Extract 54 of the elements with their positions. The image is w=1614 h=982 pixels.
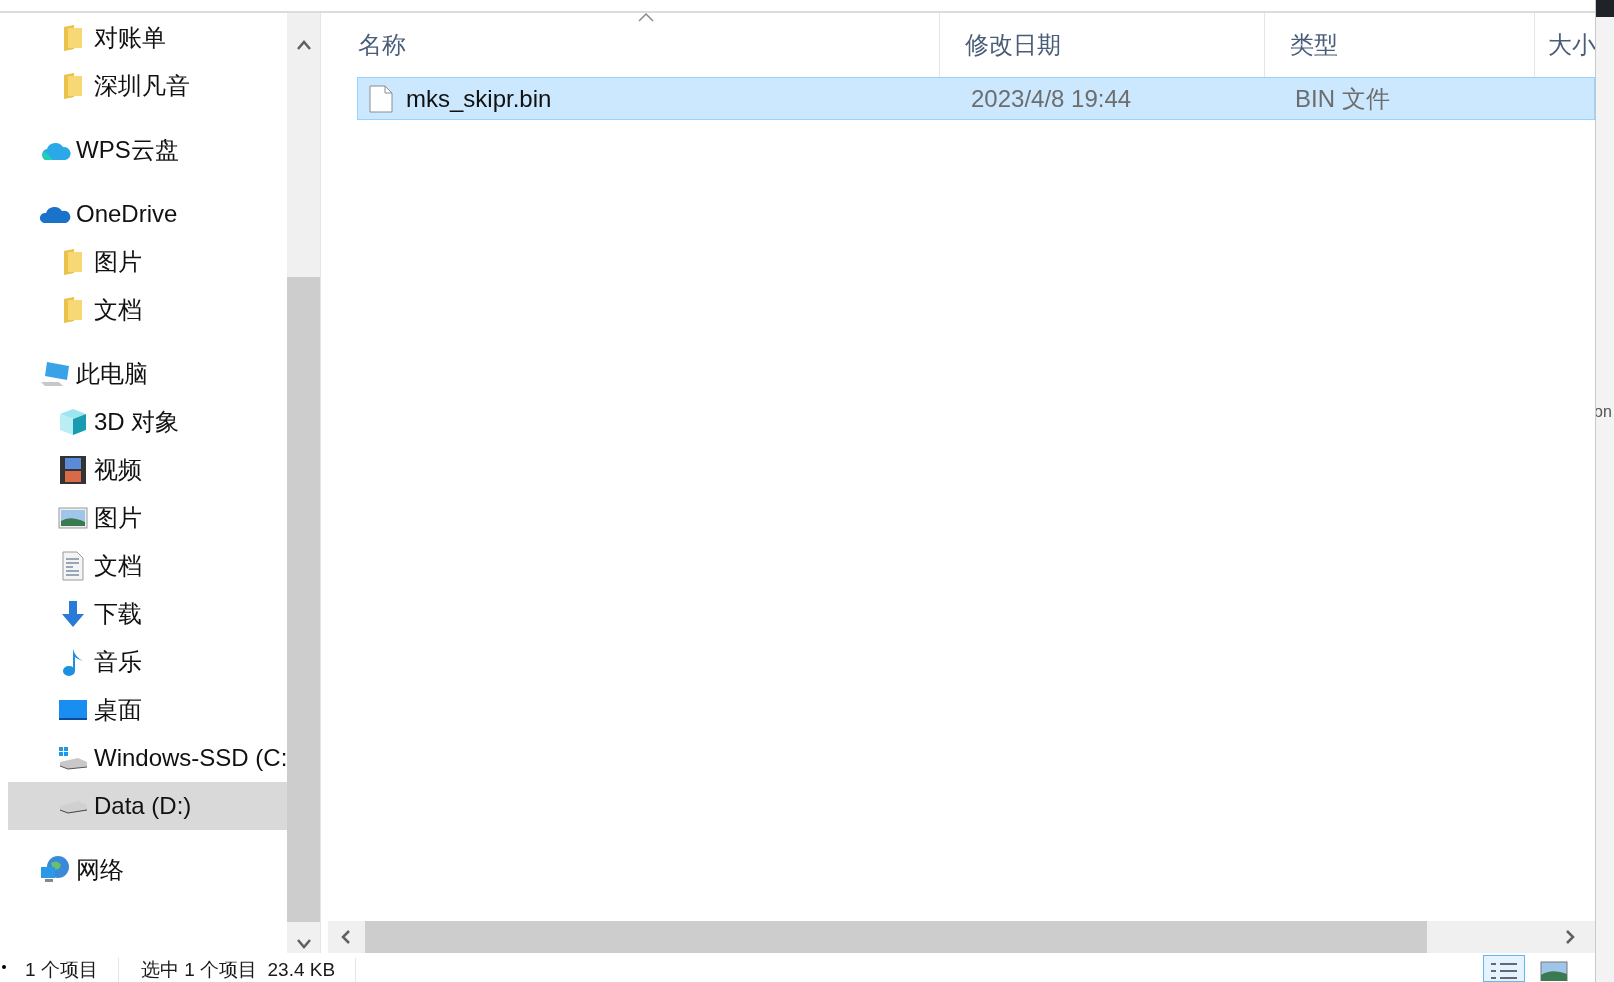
- view-button[interactable]: [1483, 955, 1525, 982]
- sidebar-item[interactable]: 网络: [0, 846, 288, 894]
- scroll-thumb[interactable]: [365, 921, 1427, 953]
- sidebar-item[interactable]: OneDrive: [0, 190, 288, 238]
- sidebar-item[interactable]: 文档: [0, 286, 288, 334]
- globe-icon: [39, 855, 71, 885]
- scroll-down-icon[interactable]: [295, 938, 312, 950]
- file-icon: [369, 84, 393, 113]
- picture-icon: [1540, 961, 1568, 981]
- sort-caret-icon: [638, 13, 654, 22]
- cloud-icon: [39, 204, 71, 224]
- sidebar-item[interactable]: WPS云盘: [0, 126, 288, 174]
- sidebar-item[interactable]: 图片: [0, 494, 288, 542]
- folder-icon: [62, 72, 84, 100]
- document-icon: [61, 551, 85, 581]
- picture-icon: [58, 507, 88, 529]
- folder-icon: [62, 296, 84, 324]
- column-header[interactable]: 大小: [1535, 13, 1595, 77]
- sidebar-item[interactable]: 音乐: [0, 638, 288, 686]
- title-bar: [1596, 0, 1614, 17]
- down-arrow-icon: [60, 600, 86, 628]
- sidebar-item[interactable]: Windows-SSD (C:: [0, 734, 288, 782]
- scroll-thumb[interactable]: [287, 277, 321, 922]
- cube-icon: [58, 407, 88, 437]
- scroll-right-icon[interactable]: [1564, 929, 1576, 945]
- sidebar-item[interactable]: 对账单: [0, 14, 288, 62]
- monitor-icon: [58, 698, 88, 722]
- film-icon: [59, 455, 87, 485]
- scrollbar[interactable]: [287, 13, 321, 953]
- selection-info: 选中 1 个项目 23.4 KB: [140, 958, 357, 982]
- modified-date: 2023/4/8 19:44: [970, 83, 1133, 114]
- sidebar-item[interactable]: 视频: [0, 446, 288, 494]
- scroll-up-icon[interactable]: [295, 39, 312, 51]
- sidebar-item[interactable]: 图片: [0, 238, 288, 286]
- sidebar-item[interactable]: 桌面: [0, 686, 288, 734]
- file-type: BIN 文件: [1294, 83, 1390, 114]
- sidebar-item[interactable]: 文档: [0, 542, 288, 590]
- sidebar-item[interactable]: 深圳凡音: [0, 62, 288, 110]
- list-icon: [1490, 961, 1518, 981]
- item-count: 1 个项目: [25, 958, 119, 982]
- sidebar-item[interactable]: 3D 对象: [0, 398, 288, 446]
- computer-icon: [39, 360, 71, 388]
- horizontal-scrollbar[interactable]: [328, 921, 1595, 953]
- folder-icon: [62, 248, 84, 276]
- folder-icon: [62, 24, 84, 52]
- scroll-left-icon[interactable]: [340, 929, 352, 945]
- drive-icon: [58, 746, 88, 770]
- file-name: mks_skipr.bin: [405, 83, 553, 114]
- drive-icon: [58, 798, 88, 814]
- sidebar-item[interactable]: 下载: [0, 590, 288, 638]
- bullet: [2, 965, 6, 969]
- sidebar-item[interactable]: Data (D:): [8, 782, 288, 830]
- sidebar-item[interactable]: 此电脑: [0, 350, 288, 398]
- file-row[interactable]: mks_skipr.bin 2023/4/8 19:44 BIN 文件: [357, 77, 1595, 120]
